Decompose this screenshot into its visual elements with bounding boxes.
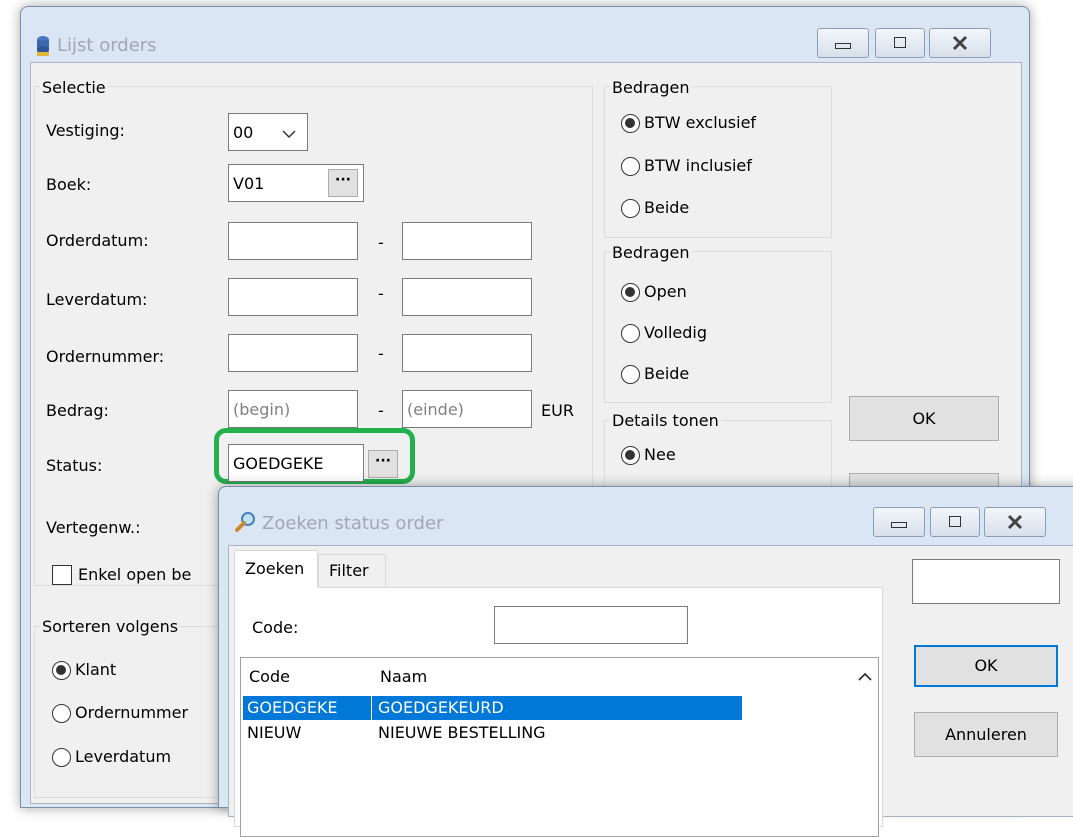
code-search-input[interactable]: [494, 606, 688, 644]
close-icon: [1007, 514, 1023, 530]
details-title: Details tonen: [610, 411, 721, 430]
bedragen-btw-title: Bedragen: [610, 78, 692, 97]
vestiging-value: 00: [233, 123, 254, 142]
boek-browse-button[interactable]: ···: [328, 169, 358, 197]
details-nee-label: Nee: [644, 445, 676, 464]
details-nee-radio[interactable]: [621, 446, 640, 465]
orderdatum-from-field[interactable]: [228, 222, 358, 260]
bedrag-begin-placeholder: (begin): [233, 400, 291, 419]
bedrag-label: Bedrag:: [46, 401, 109, 420]
vertegenw-label: Vertegenw.:: [46, 518, 141, 537]
search-icon: [235, 511, 257, 533]
boek-value: V01: [233, 174, 265, 193]
sort-ordernummer-label: Ordernummer: [75, 703, 189, 722]
close-button[interactable]: [929, 28, 991, 58]
dialog-ok-button[interactable]: OK: [914, 645, 1058, 687]
ordernummer-dash: -: [378, 344, 384, 363]
status-label: Status:: [46, 456, 103, 475]
currency-label: EUR: [541, 401, 574, 420]
row-code: NIEUW: [247, 723, 302, 742]
bedrag-einde-placeholder: (einde): [407, 400, 464, 419]
boek-label: Boek:: [46, 175, 92, 194]
orderdatum-to-field[interactable]: [402, 222, 532, 260]
bedragen-beide-radio[interactable]: [621, 365, 640, 384]
tab-zoeken-label: Zoeken: [245, 559, 305, 578]
app-icon: [35, 35, 51, 57]
btw-beide-radio[interactable]: [621, 199, 640, 218]
ordernummer-to-field[interactable]: [402, 334, 532, 372]
sort-ordernummer-radio[interactable]: [52, 704, 71, 723]
zoeken-status-order-dialog: Zoeken status order Zoeken Filter Code: …: [218, 486, 1073, 837]
btw-beide-label: Beide: [644, 198, 690, 217]
tab-filter[interactable]: Filter: [318, 554, 386, 588]
leverdatum-label: Leverdatum:: [46, 290, 148, 309]
dialog-title: Zoeken status order: [262, 513, 444, 534]
selectie-title: Selectie: [40, 78, 108, 97]
ordernummer-label: Ordernummer:: [46, 347, 165, 366]
dialog-maximize-button[interactable]: [930, 507, 980, 537]
leverdatum-dash: -: [378, 284, 384, 303]
ok-button[interactable]: OK: [849, 396, 999, 441]
dialog-close-button[interactable]: [984, 507, 1046, 537]
enkel-open-checkbox[interactable]: [52, 565, 72, 585]
chevron-down-icon: [282, 130, 296, 139]
sort-klant-radio[interactable]: [52, 661, 71, 680]
status-value: GOEDGEKE: [233, 454, 324, 473]
bedrag-begin-field[interactable]: (begin): [228, 390, 358, 428]
orderdatum-label: Orderdatum:: [46, 231, 149, 250]
table-row[interactable]: NIEUW NIEUWE BESTELLING: [243, 721, 742, 745]
ordernummer-from-field[interactable]: [228, 334, 358, 372]
sort-klant-label: Klant: [75, 660, 117, 679]
code-label: Code:: [252, 618, 299, 637]
sort-leverdatum-label: Leverdatum: [75, 747, 172, 766]
bedragen-volledig-radio[interactable]: [621, 324, 640, 343]
btw-exclusief-radio[interactable]: [621, 114, 640, 133]
annuleren-button[interactable]: Annuleren: [914, 712, 1058, 757]
btw-inclusief-radio[interactable]: [621, 157, 640, 176]
result-list[interactable]: Code Naam GOEDGEKE GOEDGEKEURD NIEUW NIE…: [240, 657, 879, 837]
dialog-client-area: Zoeken Filter Code: Code Naam GOEDGEKE G…: [228, 545, 1073, 837]
column-header-naam[interactable]: Naam: [380, 667, 427, 687]
sorteren-title: Sorteren volgens: [40, 617, 181, 636]
tab-zoeken[interactable]: Zoeken: [234, 550, 318, 588]
orderdatum-dash: -: [378, 233, 384, 252]
close-icon: [952, 35, 968, 51]
bedragen-volledig-label: Volledig: [644, 323, 707, 342]
tab-panel: Code: Code Naam GOEDGEKE GOEDGEKEURD NIE…: [234, 587, 883, 837]
tab-filter-label: Filter: [329, 561, 369, 580]
bedragen-open-label: Open: [644, 282, 687, 301]
btw-inclusief-label: BTW inclusief: [644, 156, 752, 175]
bedrag-einde-field[interactable]: (einde): [402, 390, 532, 428]
row-naam: NIEUWE BESTELLING: [378, 723, 546, 742]
maximize-button[interactable]: [875, 28, 925, 58]
row-naam: GOEDGEKEURD: [378, 698, 504, 717]
bedragen-open-radio[interactable]: [621, 283, 640, 302]
vestiging-label: Vestiging:: [46, 121, 125, 140]
btw-exclusief-label: BTW exclusief: [644, 113, 757, 132]
leverdatum-to-field[interactable]: [402, 278, 532, 316]
window-title: Lijst orders: [57, 35, 157, 56]
status-field[interactable]: GOEDGEKE: [228, 444, 364, 482]
status-browse-button[interactable]: ···: [368, 450, 398, 478]
row-code: GOEDGEKE: [247, 698, 338, 717]
dialog-right-field[interactable]: [912, 559, 1060, 604]
enkel-open-label: Enkel open be: [78, 565, 192, 584]
column-header-code[interactable]: Code: [249, 667, 290, 687]
bedragen-beide-label: Beide: [644, 364, 690, 383]
bedragen-status-title: Bedragen: [610, 243, 692, 262]
dialog-minimize-button[interactable]: [873, 507, 925, 537]
sort-leverdatum-radio[interactable]: [52, 748, 71, 767]
minimize-button[interactable]: [817, 28, 869, 58]
scroll-up-icon[interactable]: [858, 672, 872, 682]
bedrag-dash: -: [378, 401, 384, 420]
vestiging-select[interactable]: 00: [228, 113, 308, 151]
leverdatum-from-field[interactable]: [228, 278, 358, 316]
table-row[interactable]: GOEDGEKE GOEDGEKEURD: [243, 696, 742, 720]
